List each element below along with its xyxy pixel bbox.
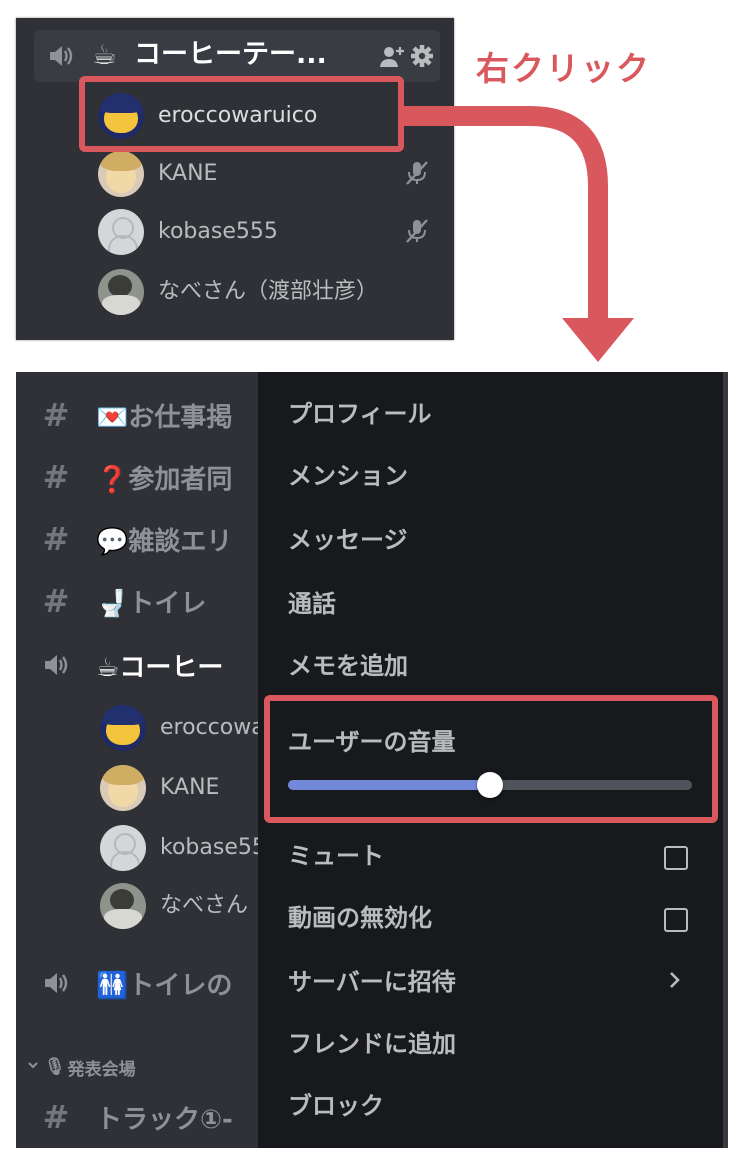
voice-channel-coffee[interactable]: ☕コーヒー [16, 636, 223, 694]
category-name: 発表会場 [67, 1059, 136, 1080]
channel-emoji: ☕ [96, 652, 120, 683]
member-nabe[interactable]: なべさん [100, 878, 248, 934]
member-kane[interactable]: KANE [100, 760, 219, 816]
menu-item-message[interactable]: メッセージ [288, 524, 408, 556]
chevron-right-icon [668, 968, 682, 996]
channel-emoji: ❓ [96, 464, 129, 495]
channel-emoji: 🚽 [96, 588, 129, 619]
hash-icon: # [42, 520, 70, 558]
text-channel-toilet[interactable]: # 🚽トイレ [16, 572, 207, 630]
menu-item-add-friend[interactable]: フレンドに追加 [288, 1028, 456, 1060]
avatar [100, 883, 146, 929]
avatar [100, 825, 146, 871]
menu-item-call[interactable]: 通話 [288, 588, 336, 620]
menu-item-mention[interactable]: メンション [288, 460, 408, 492]
hash-icon: # [42, 396, 70, 434]
menu-item-invite-to-server[interactable]: サーバーに招待 [288, 966, 456, 998]
channel-name: 参加者同 [128, 464, 233, 495]
chevron-down-icon [26, 1057, 40, 1077]
text-channel-track[interactable]: # トラック①- [16, 1088, 233, 1146]
channel-name: お仕事掲 [128, 402, 233, 433]
menu-item-profile[interactable]: プロフィール [288, 398, 432, 430]
member-name: kobase55 [160, 835, 266, 860]
mute-checkbox[interactable] [664, 846, 688, 870]
speaker-icon [16, 653, 96, 677]
avatar [100, 705, 146, 751]
menu-item-disable-video[interactable]: 動画の無効化 [288, 902, 432, 934]
category-header[interactable]: 🎙 発表会場 [26, 1052, 136, 1082]
channel-name: 雑談エリ [128, 526, 233, 557]
hash-icon: # [42, 458, 70, 496]
channel-emoji: 🚻 [96, 970, 129, 1001]
text-channel-jobs[interactable]: # 💌お仕事掲 [16, 386, 233, 444]
channel-name: コーヒー [119, 652, 224, 683]
voice-channel-toilet[interactable]: 🚻トイレの [16, 954, 232, 1012]
highlight-box-volume [264, 695, 718, 823]
member-kobase555[interactable]: kobase55 [100, 820, 266, 876]
microphone-emoji-icon: 🎙 [44, 1057, 66, 1077]
text-channel-participants[interactable]: # ❓参加者同 [16, 448, 233, 506]
hash-icon: # [42, 1098, 70, 1136]
member-name: なべさん [160, 893, 249, 918]
speaker-icon [16, 971, 96, 995]
menu-item-mute[interactable]: ミュート [288, 840, 384, 872]
text-channel-chat[interactable]: # 💬雑談エリ [16, 510, 233, 568]
annotation-arrow-icon [404, 106, 634, 362]
avatar [100, 765, 146, 811]
member-eroccowaruico[interactable]: eroccowa [100, 700, 265, 756]
channel-name: トイレ [128, 588, 207, 619]
channel-emoji: 💌 [96, 402, 129, 433]
menu-item-block[interactable]: ブロック [288, 1090, 384, 1122]
disable-video-checkbox[interactable] [664, 908, 688, 932]
channel-name: トラック①- [96, 1104, 233, 1135]
channel-name: トイレの [128, 970, 233, 1001]
channel-emoji: 💬 [96, 526, 129, 557]
member-name: eroccowa [160, 715, 265, 740]
member-name: KANE [160, 775, 220, 800]
hash-icon: # [42, 582, 70, 620]
menu-item-add-note[interactable]: メモを追加 [288, 650, 408, 682]
